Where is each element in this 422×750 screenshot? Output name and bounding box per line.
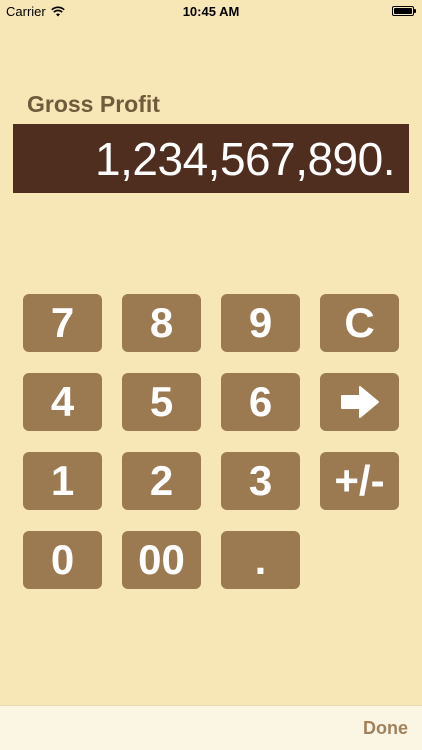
key-7-label: 7 (50, 299, 75, 346)
key-3[interactable]: 3 (221, 452, 300, 510)
key-3-label: 3 (248, 457, 273, 504)
key-7[interactable]: 7 (23, 294, 102, 352)
battery-icon (392, 6, 416, 16)
status-time: 10:45 AM (182, 4, 240, 19)
decimal-button[interactable]: . (221, 531, 300, 589)
key-5-label: 5 (149, 378, 174, 425)
key-1[interactable]: 1 (23, 452, 102, 510)
key-4[interactable]: 4 (23, 373, 102, 431)
key-1-label: 1 (50, 457, 75, 504)
key-8-label: 8 (149, 299, 174, 346)
key-8[interactable]: 8 (122, 294, 201, 352)
key-2-label: 2 (149, 457, 174, 504)
key-5[interactable]: 5 (122, 373, 201, 431)
decimal-label: . (254, 536, 267, 583)
key-00-label: 00 (138, 536, 185, 583)
clear-button[interactable]: C (320, 294, 399, 352)
key-0-label: 0 (50, 536, 75, 583)
key-9[interactable]: 9 (221, 294, 300, 352)
sign-label: +/- (334, 457, 385, 504)
key-0[interactable]: 0 (23, 531, 102, 589)
arrow-right-icon (340, 386, 379, 418)
bottom-toolbar: Done (0, 705, 422, 750)
key-2[interactable]: 2 (122, 452, 201, 510)
field-label: Gross Profit (27, 91, 160, 117)
key-9-label: 9 (248, 299, 273, 346)
key-6-label: 6 (248, 378, 273, 425)
done-button[interactable]: Done (363, 718, 408, 739)
battery-tip (414, 9, 416, 13)
clear-label: C (344, 299, 375, 346)
sign-toggle-button[interactable]: +/- (320, 452, 399, 510)
value-display: 1,234,567,890. (13, 124, 409, 193)
status-bar: Carrier 10:45 AM (0, 0, 422, 22)
key-00[interactable]: 00 (122, 531, 201, 589)
display-value: 1,234,567,890. (95, 132, 395, 185)
battery-fill (394, 8, 412, 14)
key-4-label: 4 (50, 378, 75, 425)
enter-button[interactable] (320, 373, 399, 431)
key-6[interactable]: 6 (221, 373, 300, 431)
